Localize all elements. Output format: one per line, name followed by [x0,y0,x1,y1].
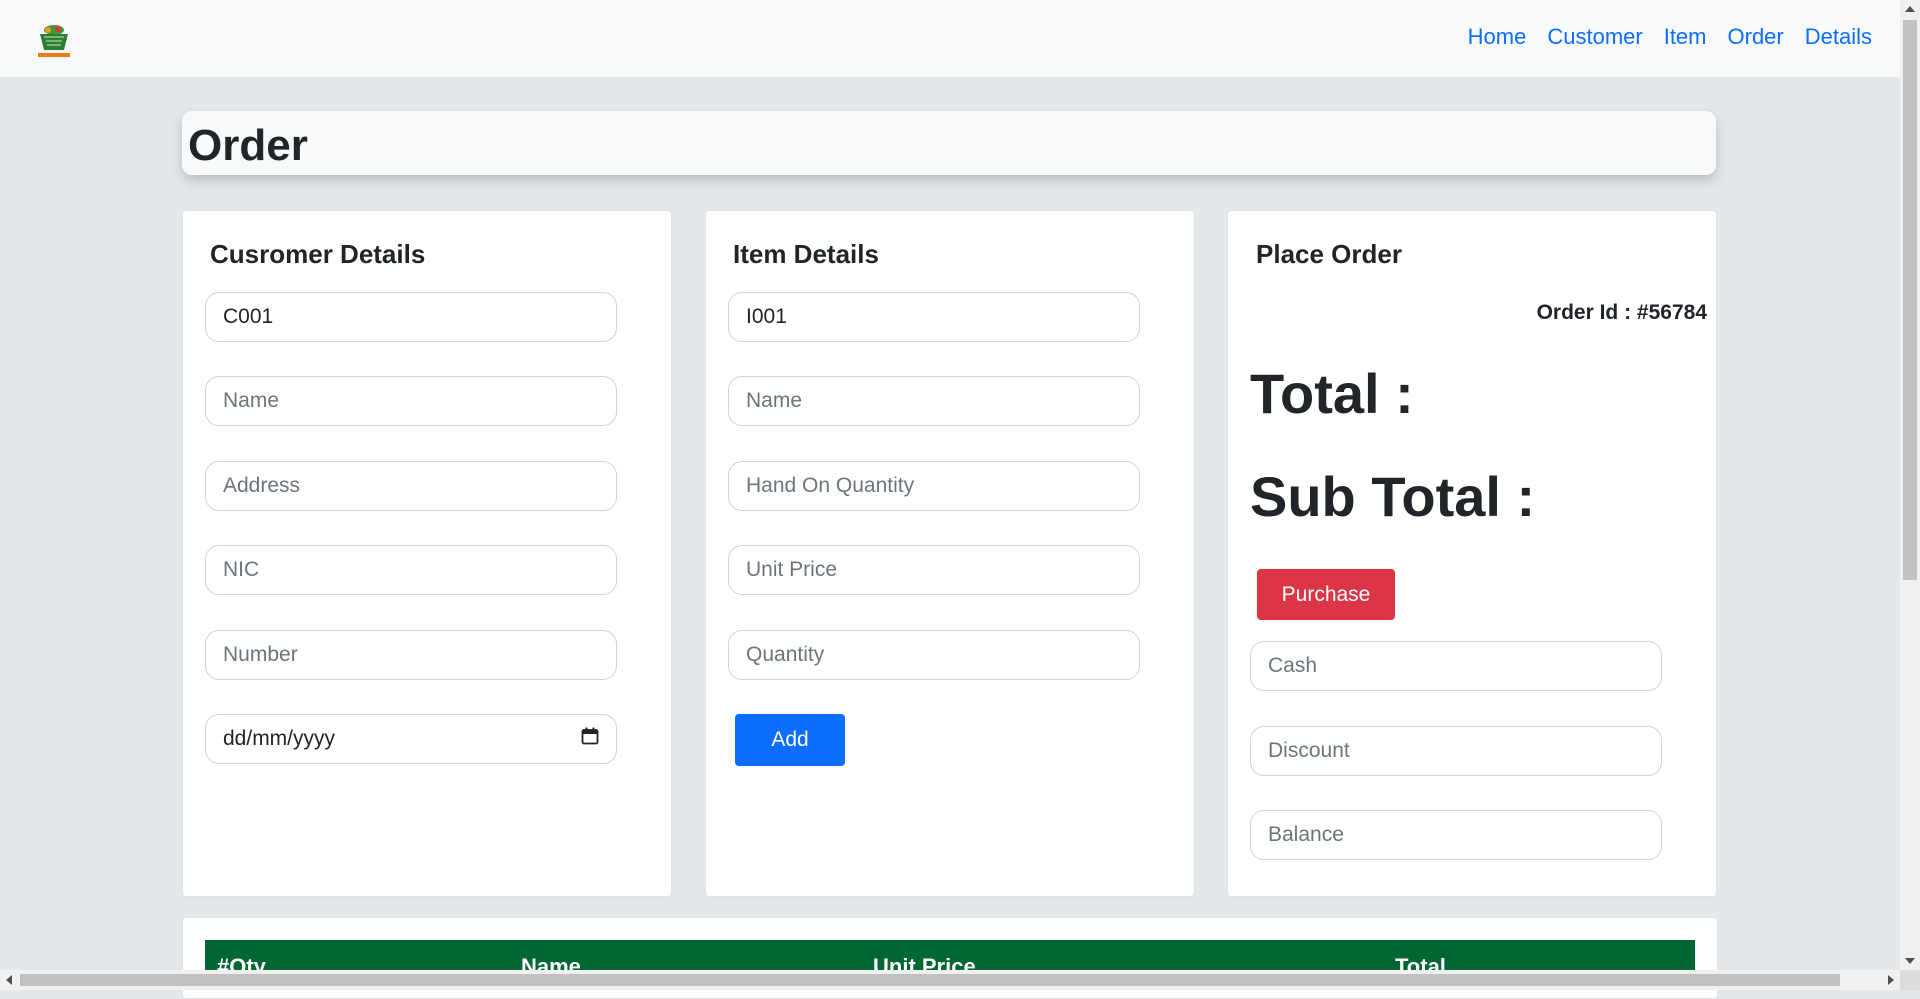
nav-customer[interactable]: Customer [1547,24,1642,50]
scroll-down-arrow-icon[interactable] [1905,958,1915,964]
scrollbar-corner [1900,970,1920,990]
nav-order[interactable]: Order [1728,24,1784,50]
page-title: Order [188,121,308,170]
horizontal-scroll-thumb[interactable] [20,974,1840,986]
item-unit-price-placeholder: Unit Price [746,558,838,581]
balance-field[interactable]: Balance [1250,810,1662,860]
customer-id-value: C001 [223,305,274,328]
subtotal-label: Sub Total : [1250,465,1536,528]
supermarket-logo-icon[interactable] [34,24,74,60]
customer-number-field[interactable]: Number [205,630,617,680]
place-order-panel: Place Order Order Id : #56784 Total : Su… [1227,210,1717,897]
order-id-label: Order Id : #56784 [1536,301,1707,324]
customer-date-placeholder: dd/mm/yyyy [223,727,336,750]
scroll-left-arrow-icon[interactable] [6,975,12,985]
horizontal-scrollbar[interactable] [0,970,1900,990]
customer-name-placeholder: Name [223,389,280,412]
nav-home[interactable]: Home [1468,24,1527,50]
item-details-panel: Item Details I001 Name Hand On Quantity … [705,210,1195,897]
item-quantity-placeholder: Quantity [746,643,825,666]
purchase-button[interactable]: Purchase [1257,569,1395,620]
item-quantity-field[interactable]: Quantity [728,630,1140,680]
customer-nic-field[interactable]: NIC [205,545,617,595]
item-panel-title: Item Details [733,239,879,269]
nav-item[interactable]: Item [1664,24,1707,50]
scroll-up-arrow-icon[interactable] [1905,6,1915,12]
item-name-field[interactable]: Name [728,376,1140,426]
customer-number-placeholder: Number [223,643,298,666]
customer-address-placeholder: Address [223,474,301,497]
customer-date-field[interactable]: dd/mm/yyyy [205,714,617,764]
navbar: Home Customer Item Order Details [0,0,1900,77]
cash-field[interactable]: Cash [1250,641,1662,691]
item-id-value: I001 [746,305,787,328]
cash-placeholder: Cash [1268,654,1318,677]
customer-id-field[interactable]: C001 [205,292,617,342]
item-id-field[interactable]: I001 [728,292,1140,342]
nav-links: Home Customer Item Order Details [1468,24,1872,50]
item-qoh-placeholder: Hand On Quantity [746,474,915,497]
customer-nic-placeholder: NIC [223,558,260,581]
customer-address-field[interactable]: Address [205,461,617,511]
item-name-placeholder: Name [746,389,803,412]
total-label: Total : [1250,362,1414,425]
add-button[interactable]: Add [735,714,845,766]
scroll-right-arrow-icon[interactable] [1888,975,1894,985]
item-unit-price-field[interactable]: Unit Price [728,545,1140,595]
vertical-scroll-thumb[interactable] [1903,20,1917,580]
nav-details[interactable]: Details [1805,24,1872,50]
discount-field[interactable]: Discount [1250,726,1662,776]
balance-placeholder: Balance [1268,823,1344,846]
order-panel-title: Place Order [1256,239,1402,269]
customer-details-panel: Cusromer Details C001 Name Address NIC N… [182,210,672,897]
item-qoh-field[interactable]: Hand On Quantity [728,461,1140,511]
discount-placeholder: Discount [1268,739,1350,762]
customer-panel-title: Cusromer Details [210,239,426,269]
vertical-scrollbar[interactable] [1900,0,1920,970]
page-header-card: Order [182,111,1716,175]
customer-name-field[interactable]: Name [205,376,617,426]
calendar-icon[interactable] [581,727,599,751]
